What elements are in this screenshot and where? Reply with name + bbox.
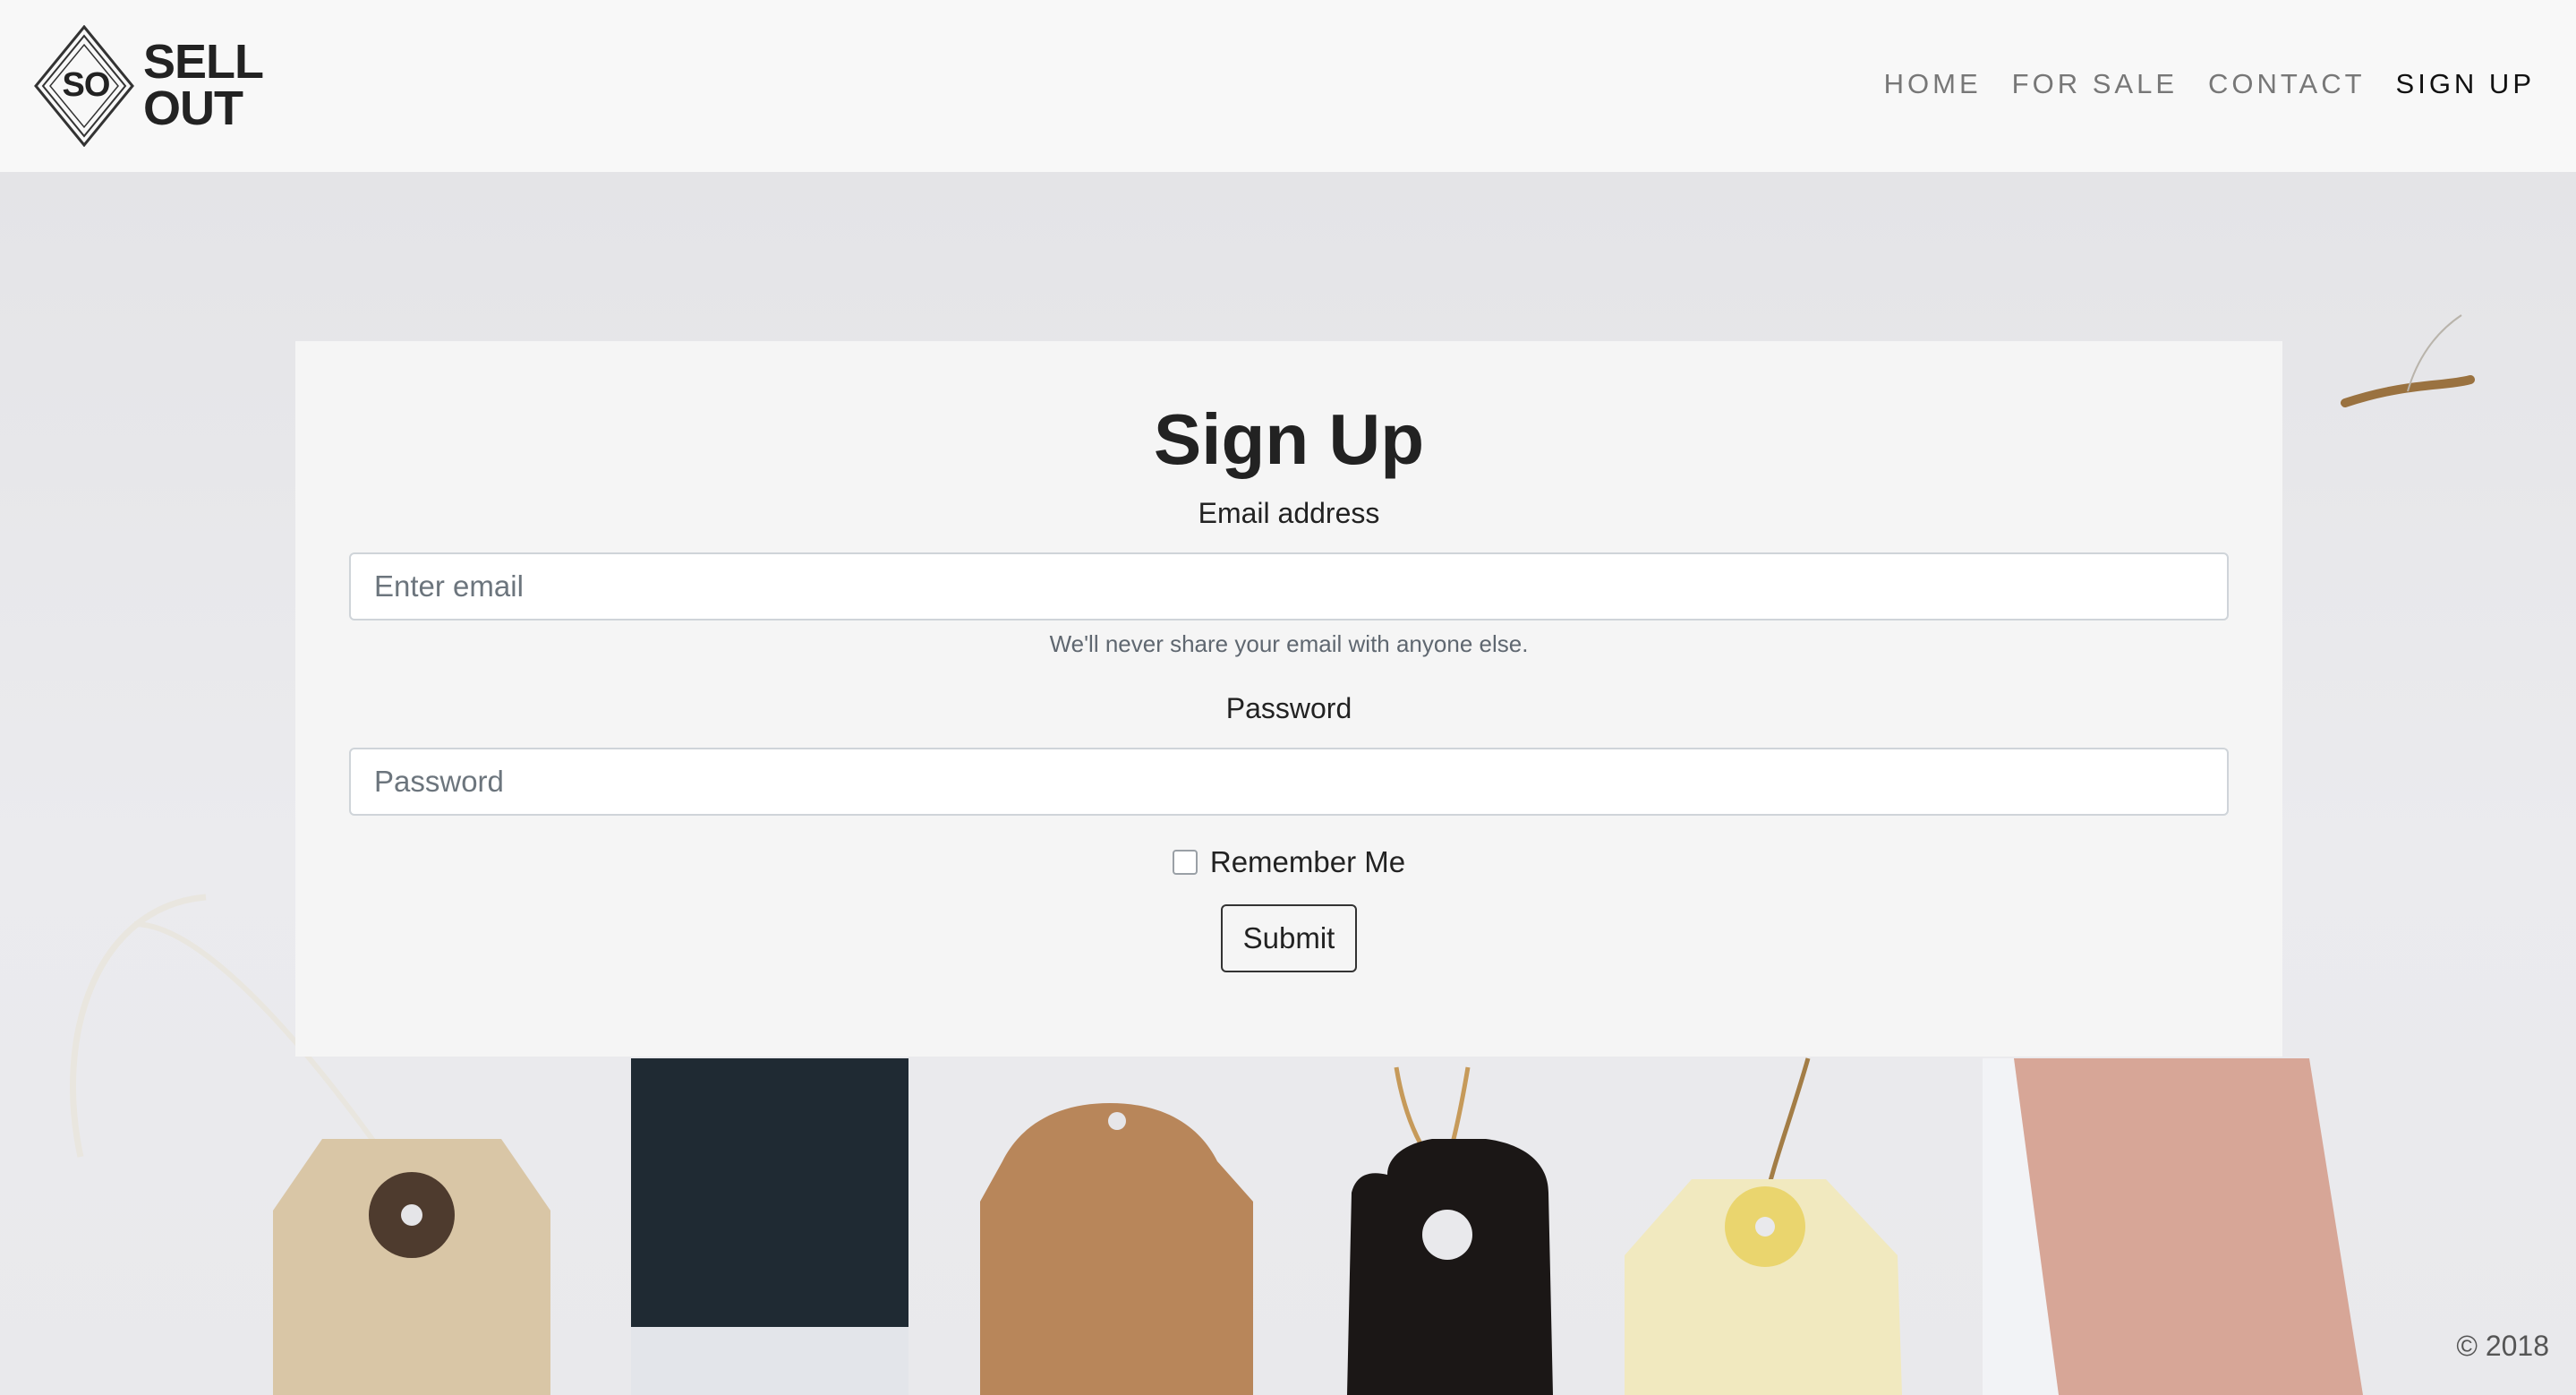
navbar: SO SELL OUT HOME FOR SALE CONTACT SIGN U… (0, 0, 2576, 172)
logo-word-sell: SELL (143, 35, 264, 89)
remember-me-checkbox[interactable] (1172, 850, 1198, 875)
page-title: Sign Up (1153, 399, 1425, 479)
main-nav: HOME FOR SALE CONTACT SIGN UP (1884, 64, 2535, 104)
copyright-text: © 2018 (2456, 1330, 2549, 1362)
submit-button[interactable]: Submit (1221, 904, 1357, 972)
email-help-text: We'll never share your email with anyone… (1049, 630, 1529, 657)
nav-contact-link[interactable]: CONTACT (2208, 64, 2366, 104)
logo-word-out: OUT (143, 81, 243, 135)
email-input[interactable] (349, 552, 2229, 620)
remember-me-row: Remember Me (295, 845, 2282, 879)
nav-for-sale-link[interactable]: FOR SALE (2012, 64, 2178, 104)
signup-card: Sign Up Email address We'll never share … (295, 341, 2282, 1057)
password-input[interactable] (349, 748, 2229, 816)
page: SO SELL OUT HOME FOR SALE CONTACT SIGN U… (0, 0, 2576, 1395)
logo-mark: SO (62, 66, 111, 104)
nav-home-link[interactable]: HOME (1884, 64, 1982, 104)
brand-logo[interactable]: SO SELL OUT (32, 25, 264, 147)
email-label: Email address (1198, 497, 1380, 529)
password-label: Password (1225, 692, 1352, 724)
remember-me-label[interactable]: Remember Me (1210, 845, 1405, 879)
nav-sign-up-link[interactable]: SIGN UP (2396, 64, 2535, 104)
